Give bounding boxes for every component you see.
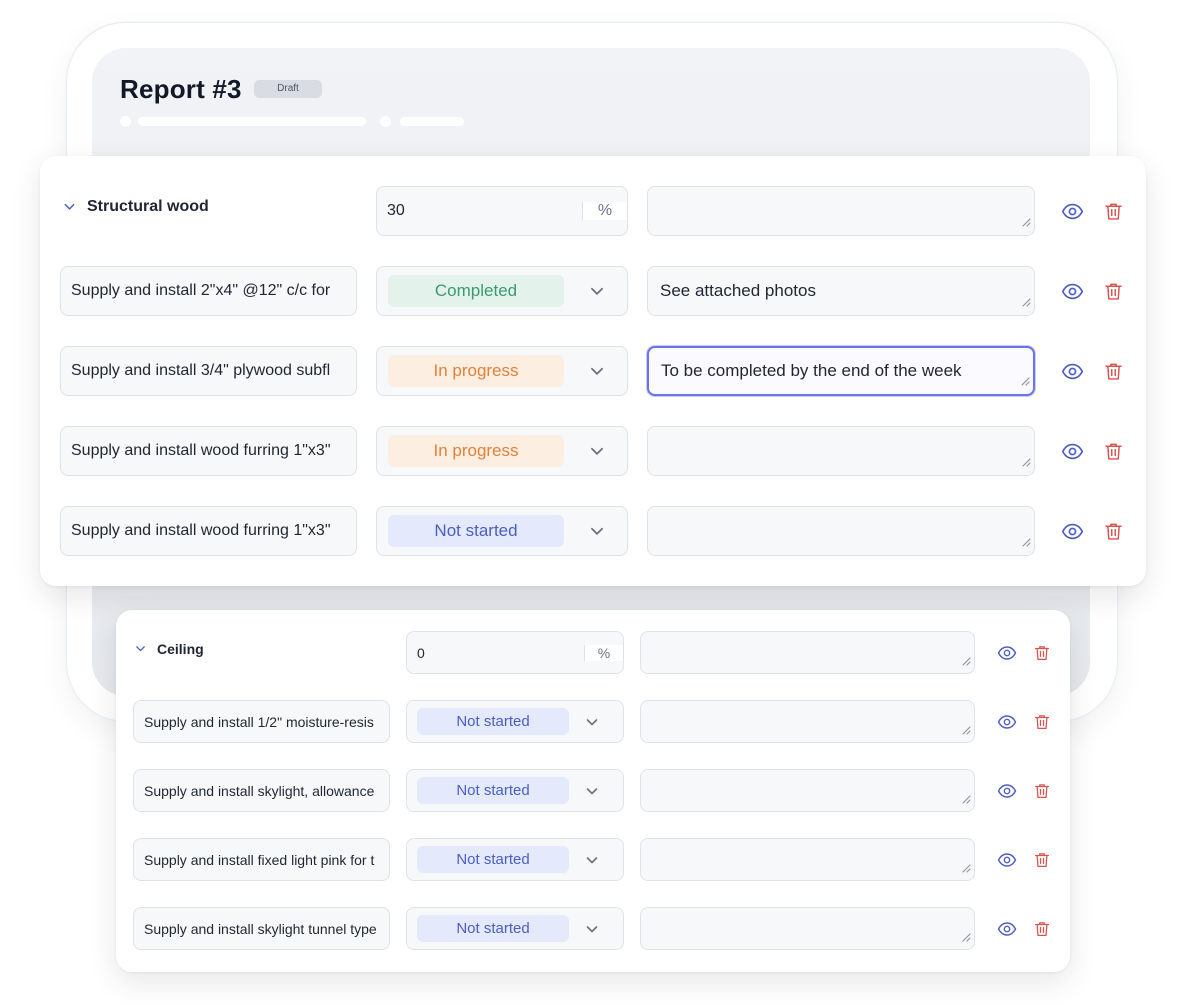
eye-icon[interactable] — [1061, 200, 1084, 223]
item-description-input[interactable]: Supply and install skylight tunnel type — [133, 907, 390, 950]
eye-icon[interactable] — [997, 781, 1017, 801]
status-badge: Not started — [417, 915, 569, 942]
item-description-text: Supply and install skylight tunnel type — [144, 920, 377, 937]
status-badge: In progress — [388, 435, 564, 467]
item-description-text: Supply and install 3/4" plywood subfl — [71, 362, 331, 379]
percent-unit: % — [584, 644, 623, 661]
item-description-text: Supply and install 1/2" moisture-resis — [144, 713, 374, 730]
resize-grip-icon[interactable] — [962, 722, 971, 739]
resize-grip-icon[interactable] — [1022, 292, 1031, 312]
trash-icon[interactable] — [1033, 851, 1051, 869]
resize-grip-icon[interactable] — [962, 653, 971, 670]
item-description-text: Supply and install wood furring 1"x3" — [71, 442, 331, 459]
chevron-down-icon — [584, 783, 600, 799]
trash-icon[interactable] — [1103, 201, 1124, 222]
eye-icon[interactable] — [997, 643, 1017, 663]
chevron-down-icon — [588, 362, 606, 380]
notes-text: To be completed by the end of the week — [661, 361, 962, 380]
status-badge: Draft — [254, 80, 322, 98]
page-title: Report #3 — [120, 74, 242, 104]
eye-icon[interactable] — [997, 712, 1017, 732]
skeleton-line — [138, 117, 366, 126]
item-description-text: Supply and install fixed light pink for … — [144, 851, 375, 868]
chevron-down-icon — [588, 282, 606, 300]
item-description-text: Supply and install skylight, allowance — [144, 782, 375, 799]
resize-grip-icon[interactable] — [1022, 452, 1031, 472]
item-description-input[interactable]: Supply and install 2"x4" @12" c/c for — [60, 266, 357, 316]
status-badge: Completed — [388, 275, 564, 307]
resize-grip-icon[interactable] — [962, 860, 971, 877]
chevron-down-icon[interactable] — [62, 199, 77, 219]
chevron-down-icon — [588, 442, 606, 460]
trash-icon[interactable] — [1033, 920, 1051, 938]
resize-grip-icon[interactable] — [962, 791, 971, 808]
status-badge: Not started — [388, 515, 564, 547]
trash-icon[interactable] — [1103, 441, 1124, 462]
trash-icon[interactable] — [1033, 644, 1051, 662]
eye-icon[interactable] — [1061, 440, 1084, 463]
resize-grip-icon[interactable] — [1021, 371, 1030, 391]
status-badge: Not started — [417, 846, 569, 873]
trash-icon[interactable] — [1033, 713, 1051, 731]
percent-value[interactable]: 30 — [377, 202, 582, 220]
chevron-down-icon — [584, 921, 600, 937]
skeleton-dot — [380, 116, 391, 127]
item-description-text: Supply and install 2"x4" @12" c/c for — [71, 282, 331, 299]
notes-textarea[interactable] — [640, 838, 975, 881]
section-title: Structural wood — [87, 198, 209, 215]
eye-icon[interactable] — [1061, 360, 1084, 383]
section-header[interactable]: Structural wood — [62, 186, 359, 236]
item-description-text: Supply and install wood furring 1"x3" — [71, 522, 331, 539]
chevron-down-icon — [588, 522, 606, 540]
percent-unit: % — [582, 202, 627, 220]
item-description-input[interactable]: Supply and install 1/2" moisture-resis — [133, 700, 390, 743]
chevron-down-icon — [584, 714, 600, 730]
notes-textarea[interactable] — [647, 506, 1035, 556]
resize-grip-icon[interactable] — [962, 929, 971, 946]
chevron-down-icon[interactable] — [134, 642, 147, 658]
status-badge: Not started — [417, 777, 569, 804]
percent-input[interactable]: 0% — [406, 631, 624, 674]
notes-textarea[interactable] — [640, 700, 975, 743]
eye-icon[interactable] — [997, 919, 1017, 939]
trash-icon[interactable] — [1103, 281, 1124, 302]
trash-icon[interactable] — [1103, 361, 1124, 382]
notes-textarea[interactable] — [640, 769, 975, 812]
status-badge: In progress — [388, 355, 564, 387]
section-header[interactable]: Ceiling — [134, 631, 391, 674]
percent-input[interactable]: 30% — [376, 186, 628, 236]
resize-grip-icon[interactable] — [1022, 212, 1031, 232]
item-description-input[interactable]: Supply and install 3/4" plywood subfl — [60, 346, 357, 396]
notes-textarea[interactable] — [640, 631, 975, 674]
skeleton-line — [400, 117, 464, 126]
trash-icon[interactable] — [1103, 521, 1124, 542]
item-description-input[interactable]: Supply and install wood furring 1"x3" — [60, 426, 357, 476]
section-title: Ceiling — [157, 641, 204, 657]
item-description-input[interactable]: Supply and install skylight, allowance — [133, 769, 390, 812]
item-description-input[interactable]: Supply and install wood furring 1"x3" — [60, 506, 357, 556]
resize-grip-icon[interactable] — [1022, 532, 1031, 552]
notes-textarea[interactable] — [647, 186, 1035, 236]
notes-textarea[interactable] — [647, 426, 1035, 476]
notes-textarea[interactable]: See attached photos — [647, 266, 1035, 316]
percent-value[interactable]: 0 — [407, 645, 584, 661]
notes-text: See attached photos — [660, 281, 816, 300]
eye-icon[interactable] — [1061, 280, 1084, 303]
eye-icon[interactable] — [1061, 520, 1084, 543]
item-description-input[interactable]: Supply and install fixed light pink for … — [133, 838, 390, 881]
eye-icon[interactable] — [997, 850, 1017, 870]
notes-textarea[interactable] — [640, 907, 975, 950]
skeleton-dot — [120, 116, 131, 127]
status-badge: Not started — [417, 708, 569, 735]
chevron-down-icon — [584, 852, 600, 868]
notes-textarea[interactable]: To be completed by the end of the week — [647, 346, 1035, 396]
trash-icon[interactable] — [1033, 782, 1051, 800]
